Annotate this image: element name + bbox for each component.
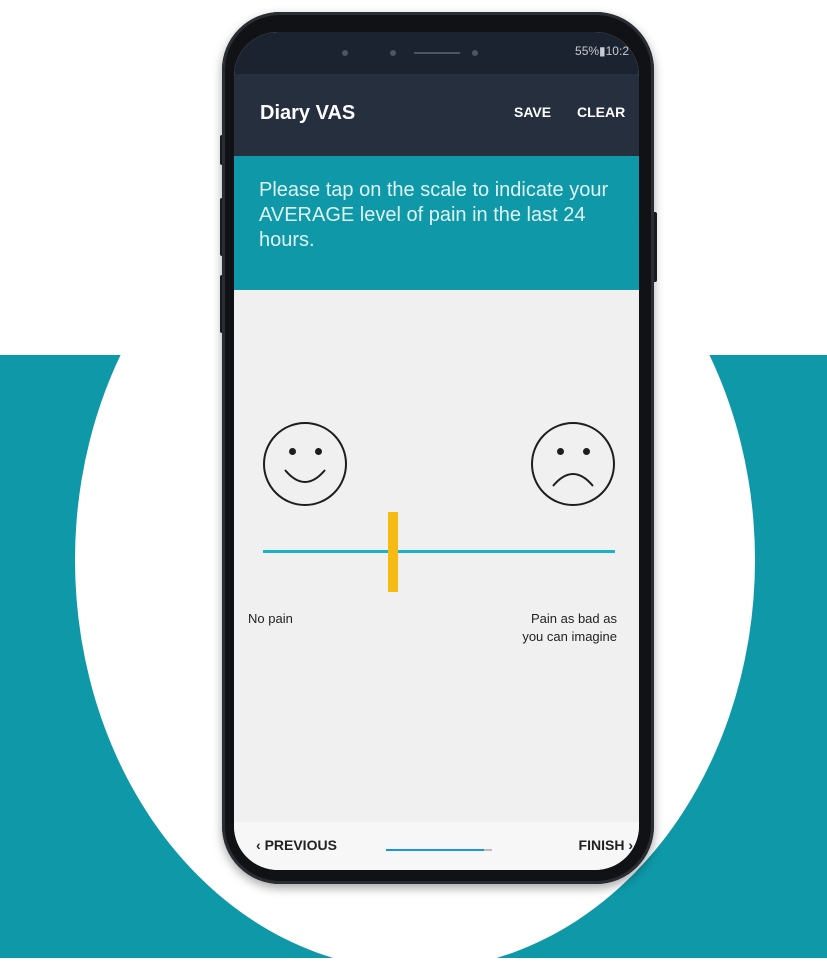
phone-screen: 55%▮10:2 Diary VAS SAVE CLEAR Please tap… xyxy=(234,32,639,870)
frown-mouth xyxy=(552,473,594,487)
chevron-left-icon: ‹ xyxy=(256,837,261,853)
progress-bar-fill xyxy=(386,849,484,851)
smiling-face-icon xyxy=(263,422,347,506)
vas-scale-marker[interactable] xyxy=(388,512,399,592)
phone-frame: 55%▮10:2 Diary VAS SAVE CLEAR Please tap… xyxy=(222,12,654,884)
vas-scale-line[interactable] xyxy=(263,550,615,553)
previous-button[interactable]: ‹ PREVIOUS xyxy=(256,837,337,853)
frowning-face-icon xyxy=(531,422,615,506)
speaker-grille xyxy=(414,52,460,54)
scale-right-label-line1: Pain as bad as xyxy=(530,611,617,626)
status-indicators: 55%▮10:2 xyxy=(575,44,629,58)
smile-mouth xyxy=(284,469,326,483)
question-banner: Please tap on the scale to indicate your… xyxy=(234,156,639,290)
save-button[interactable]: SAVE xyxy=(514,104,551,120)
finish-label: FINISH xyxy=(578,837,625,853)
camera-dot-icon xyxy=(390,50,396,56)
app-title: Diary VAS xyxy=(260,102,356,124)
progress-bar xyxy=(386,849,492,851)
question-text: Please tap on the scale to indicate your… xyxy=(259,179,609,251)
notch-decoration xyxy=(342,50,522,56)
sensor-dot-icon xyxy=(342,50,348,56)
clear-button[interactable]: CLEAR xyxy=(577,104,625,120)
previous-label: PREVIOUS xyxy=(264,837,337,853)
sensor-dot-icon xyxy=(472,50,478,56)
scale-right-label-line2: you can imagine xyxy=(522,629,617,644)
scale-right-label: Pain as bad as you can imagine xyxy=(497,610,617,646)
status-bar: 55%▮10:2 xyxy=(234,32,639,74)
bottom-navigation: ‹ PREVIOUS FINISH › xyxy=(234,822,639,870)
scale-left-label: No pain xyxy=(248,611,293,626)
finish-button[interactable]: FINISH › xyxy=(579,837,633,853)
app-bar: Diary VAS SAVE CLEAR xyxy=(234,74,639,156)
chevron-right-icon: › xyxy=(628,837,633,853)
